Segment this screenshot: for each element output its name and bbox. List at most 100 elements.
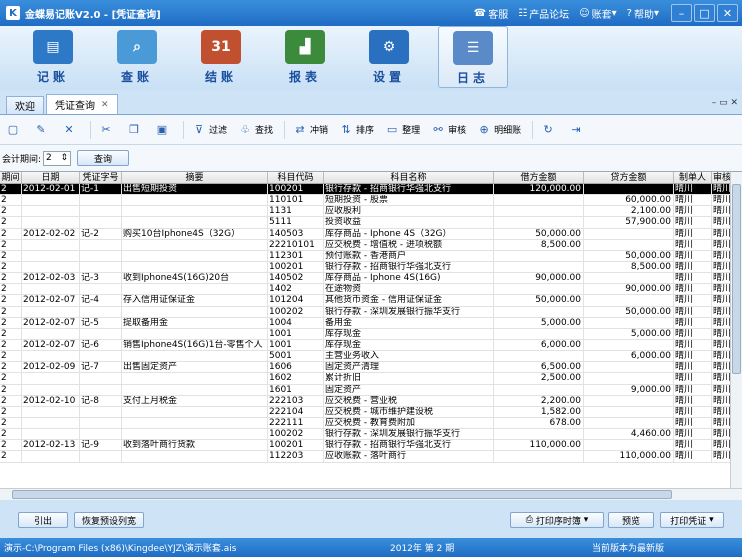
tab-voucher-query[interactable]: 凭证查询 ✕ [46, 94, 118, 114]
preview-button[interactable]: 预览 [608, 512, 654, 528]
table-row[interactable]: 2 2012-02-01 记-1 出售短期投资 100201 银行存款 - 招商银行华强北… [0, 184, 742, 196]
table-cell: 晴川 [674, 317, 712, 328]
column-header[interactable]: 借方金额 [494, 172, 584, 183]
table-row[interactable]: 2 112301 预付账款 - 香港商户 50,000.00 晴川 晴川 [0, 250, 742, 262]
sort-button[interactable]: ⇅ 排序 [335, 119, 378, 141]
minimize-button[interactable]: – [671, 4, 692, 22]
filter-button[interactable]: ⊽ 过滤 [188, 119, 231, 141]
ribbon-settings-button[interactable]: ⚙ 设置 [354, 26, 424, 88]
column-header[interactable]: 期间 [0, 172, 22, 183]
column-header[interactable]: 科目名称 [324, 172, 494, 183]
table-row[interactable]: 2 1602 累计折旧 2,500.00 晴川 晴川 [0, 373, 742, 385]
table-row[interactable]: 2 2012-02-13 记-9 收到落叶商行货款 100201 银行存款 - 招商银行华… [0, 440, 742, 452]
separator [284, 120, 286, 139]
table-row[interactable]: 2 100202 银行存款 - 深圳发展银行振华支行 4,460.00 晴川 晴川 [0, 429, 742, 441]
table-cell: 银行存款 - 招商银行华强北支行 [324, 261, 494, 273]
column-header[interactable]: 日期 [22, 172, 80, 183]
maximize-button[interactable]: □ [694, 4, 715, 22]
organize-button[interactable]: ▭ 整理 [381, 119, 424, 141]
table-cell: 晴川 [674, 440, 712, 451]
table-cell [494, 306, 584, 317]
customer-service-link[interactable]: ☎ 客服 [474, 6, 508, 21]
table-row[interactable]: 2 222111 应交税费 - 教育费附加 678.00 晴川 晴川 [0, 417, 742, 430]
table-cell [584, 184, 674, 195]
table-cell: 2 [0, 239, 22, 250]
scroll-thumb[interactable] [12, 490, 672, 499]
restore-column-width-button[interactable]: 恢复预设列宽 [74, 512, 144, 528]
spinner-arrows-icon[interactable]: ⇕ [61, 153, 69, 163]
table-row[interactable]: 2 22210101 应交税费 - 增值税 - 进项税额 8,500.00 晴川 晴川 [0, 239, 742, 251]
table-cell [584, 339, 674, 351]
table-row[interactable]: 2 2012-02-03 记-3 收到Iphone4S(16G)20台 140502 库存… [0, 273, 742, 285]
horizontal-scrollbar[interactable] [0, 488, 742, 500]
export-button[interactable]: 引出 [18, 512, 68, 528]
vertical-scrollbar[interactable] [730, 172, 742, 489]
ribbon-close-period-button[interactable]: 31 结账 [186, 26, 256, 88]
forum-link[interactable]: ☷ 产品论坛 [518, 6, 569, 21]
ribbon-search-ledger-button[interactable]: ⌕ 查账 [102, 26, 172, 88]
table-cell: 2012-02-03 [22, 273, 80, 284]
ribbon-bookkeeping-button[interactable]: ▤ 记账 [18, 26, 88, 88]
table-cell: 固定资产清理 [324, 362, 494, 373]
table-row[interactable]: 2 1001 库存现金 5,000.00 晴川 晴川 [0, 328, 742, 340]
scroll-thumb[interactable] [732, 184, 741, 374]
column-header[interactable]: 摘要 [122, 172, 268, 183]
query-button[interactable]: 查询 [77, 150, 130, 166]
new-button[interactable]: ▢ [2, 119, 27, 141]
tab-welcome[interactable]: 欢迎 [6, 96, 44, 114]
table-row[interactable]: 2 2012-02-07 记-4 存入信用证保证金 101204 其他货币资金 - 信用证… [0, 295, 742, 307]
table-row[interactable]: 2 112203 应收账款 - 落叶商行 110,000.00 晴川 晴川 [0, 451, 742, 463]
audit-button[interactable]: ⚯ 审核 [427, 119, 470, 141]
delete-icon: ✕ [64, 123, 74, 136]
column-header[interactable]: 科目代码 [268, 172, 324, 183]
headset-icon: ☎ [473, 7, 487, 19]
table-row[interactable]: 2 2012-02-02 记-2 购买10台Iphone4S（32G） 140503 库存… [0, 228, 742, 240]
table-row[interactable]: 2 2012-02-09 记-7 出售固定资产 1606 固定资产清理 6,500.00 晴川… [0, 362, 742, 374]
table-cell: 678.00 [494, 417, 584, 429]
print-journal-button[interactable]: ⎙ 打印序时簿 ▾ [510, 512, 604, 528]
account-set-link[interactable]: ☺ 账套 ▾ [579, 6, 616, 21]
table-cell [122, 328, 268, 339]
table-row[interactable]: 2 5001 主营业务收入 6,000.00 晴川 晴川 [0, 351, 742, 363]
ribbon-reports-button[interactable]: ▟ 报表 [270, 26, 340, 88]
table-cell: 4,460.00 [584, 429, 674, 440]
reverse-button[interactable]: ⇄ 冲销 [289, 119, 332, 141]
close-button[interactable]: ✕ [717, 4, 738, 22]
table-row[interactable]: 2 2012-02-10 记-8 支付上月税金 222103 应交税费 - 营业税 2,20… [0, 395, 742, 407]
column-header[interactable]: 制单人 [674, 172, 712, 183]
ribbon-log-button[interactable]: ☰ 日志 [438, 26, 508, 88]
table-row[interactable]: 2 100201 银行存款 - 招商银行华强北支行 8,500.00 晴川 晴川 [0, 261, 742, 274]
table-cell: 1402 [268, 284, 324, 295]
table-row[interactable]: 2 222104 应交税费 - 城市维护建设税 1,582.00 晴川 晴川 [0, 406, 742, 418]
close-icon[interactable]: ✕ [101, 100, 109, 110]
refresh-button[interactable]: ↻ [537, 119, 562, 141]
table-cell: 9,000.00 [584, 384, 674, 395]
print-voucher-button[interactable]: 打印凭证 ▾ [660, 512, 724, 528]
cut-button[interactable]: ✂ [95, 119, 120, 141]
edit-button[interactable]: ✎ [30, 119, 55, 141]
paste-button[interactable]: ▣ [151, 119, 176, 141]
detail-ledger-button[interactable]: ⊕ 明细账 [473, 119, 525, 141]
table-row[interactable]: 2 100202 银行存款 - 深圳发展银行振华支行 50,000.00 晴川 晴川 [0, 306, 742, 318]
table-row[interactable]: 2 5111 投资收益 57,900.00 晴川 晴川 [0, 217, 742, 229]
delete-button[interactable]: ✕ [58, 119, 83, 141]
table-row[interactable]: 2 1131 应收股利 2,100.00 晴川 晴川 [0, 206, 742, 218]
table-row[interactable]: 2 2012-02-07 记-6 销售Iphone4S(16G)1台-零售个人 1001… [0, 339, 742, 352]
table-cell: 2 [0, 295, 22, 306]
table-row[interactable]: 2 2012-02-07 记-5 提取备用金 1004 备用金 5,000.00 晴川 晴川 [0, 317, 742, 329]
column-header[interactable]: 贷方金额 [584, 172, 674, 183]
exit-button[interactable]: ⇥ [565, 119, 590, 141]
table-row[interactable]: 2 1601 固定资产 9,000.00 晴川 晴川 [0, 384, 742, 396]
copy-button[interactable]: ❐ [123, 119, 148, 141]
column-header[interactable]: 凭证字号 [80, 172, 122, 183]
help-link[interactable]: ? 帮助 ▾ [627, 6, 659, 21]
table-cell [80, 217, 122, 228]
table-cell [584, 440, 674, 451]
tab-window-controls[interactable]: – ▭ ✕ [712, 98, 738, 108]
table-row[interactable]: 2 110101 短期投资 - 股票 60,000.00 晴川 晴川 [0, 195, 742, 207]
table-cell [80, 261, 122, 273]
table-cell: 50,000.00 [494, 228, 584, 239]
find-button[interactable]: ♧ 查找 [234, 119, 277, 141]
period-spinner[interactable]: 2 ⇕ [43, 150, 72, 166]
table-row[interactable]: 2 1402 在途物资 90,000.00 晴川 晴川 [0, 284, 742, 296]
